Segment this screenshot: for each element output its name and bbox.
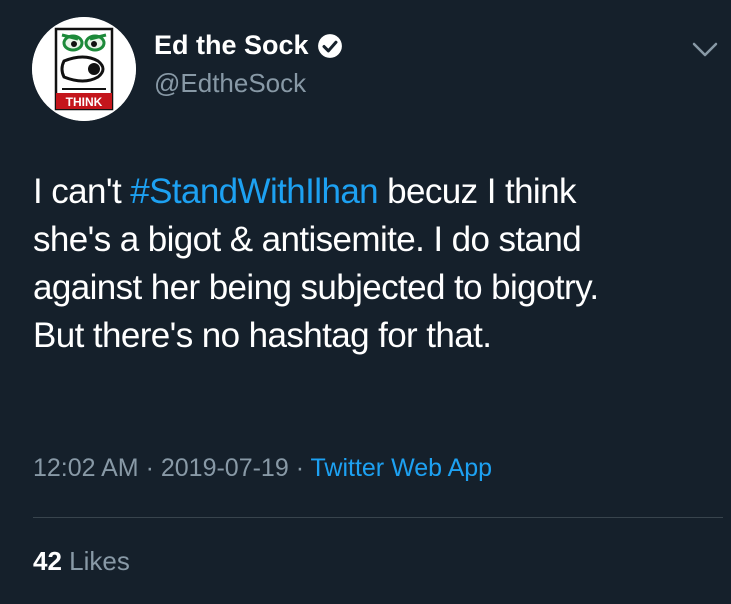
likes-label: Likes [61,546,130,576]
verified-badge-icon [317,33,342,58]
tweet-line-4: But there's no hashtag for that. [33,316,492,355]
display-name-text: Ed the Sock [154,30,309,60]
tweet-source-link[interactable]: Twitter Web App [311,454,493,482]
chevron-down-icon[interactable] [688,36,722,62]
tweet-line-1: I can't #StandWithIlhan becuz I think [33,168,713,216]
tweet-text-segment: I can't [33,172,131,211]
divider [33,517,723,518]
likes-count: 42 [33,546,62,576]
tweet-line-3: against her being subjected to bigotry. [33,268,599,307]
meta-separator: · [138,454,161,482]
tweet-date[interactable]: 2019-07-19 [161,454,289,482]
tweet-text: I can't #StandWithIlhan becuz I think sh… [33,168,713,360]
tweet-meta: 12:02 AM · 2019-07-19 · Twitter Web App [33,454,492,483]
hashtag-link[interactable]: #StandWithIlhan [130,172,378,211]
tweet-time[interactable]: 12:02 AM [33,454,139,482]
tweet-line-2: she's a bigot & antisemite. I do stand [33,220,582,259]
ed-the-sock-logo: THINK [32,17,136,121]
meta-separator: · [288,454,311,482]
display-name[interactable]: Ed the Sock [154,30,343,61]
user-handle[interactable]: @EdtheSock [154,68,306,99]
tweet-text-segment: becuz I think [378,172,576,211]
avatar[interactable]: THINK [32,17,136,121]
avatar-logo-text: THINK [66,95,103,109]
likes-link[interactable]: 42 Likes [33,546,130,577]
